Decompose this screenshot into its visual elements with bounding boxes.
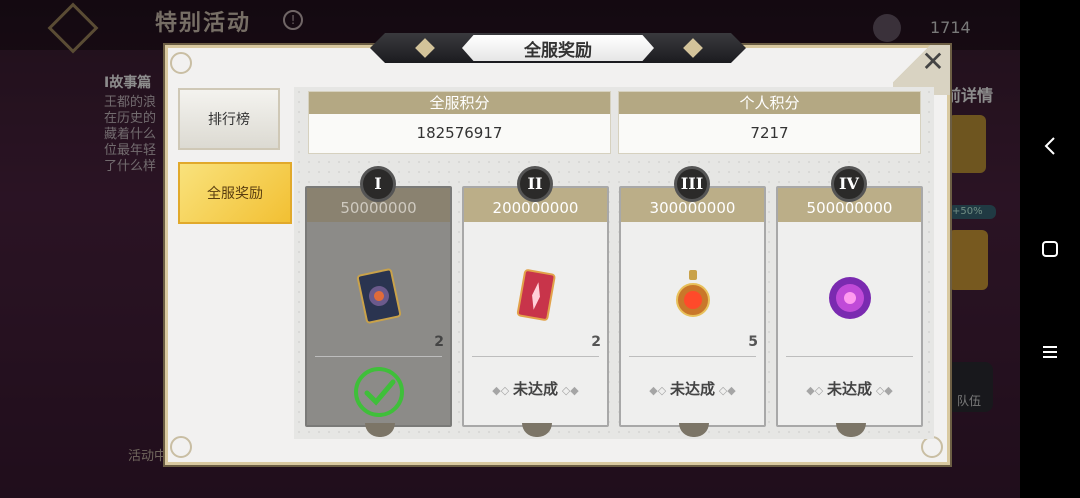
status-text: 未达成 (826, 380, 872, 398)
corner-ornament-icon (921, 436, 943, 458)
tier-badge: II (517, 166, 553, 202)
tab-leaderboard[interactable]: 排行榜 (178, 88, 280, 150)
divider (472, 356, 599, 357)
reward-quantity: 2 (591, 334, 601, 350)
status-text: 未达成 (669, 380, 715, 398)
tier-badge: I (360, 166, 396, 202)
tier-badge: III (674, 166, 710, 202)
system-navbar (1020, 0, 1080, 498)
personal-score-box: 个人积分 7217 (618, 91, 921, 154)
server-score-box: 全服积分 182576917 (308, 91, 611, 154)
divider (629, 356, 756, 357)
reward-quantity: 2 (434, 334, 444, 350)
reward-card-tier-2[interactable]: 200000000 II 2 ◆◇ 未达成 ◇◆ (462, 166, 609, 437)
corner-ornament-icon (170, 52, 192, 74)
status-label: ◆◇ 未达成 ◇◆ (649, 380, 736, 398)
modal-title: 全服奖励 (462, 35, 654, 61)
card-icon[interactable] (356, 266, 402, 326)
red-card-icon[interactable] (513, 266, 559, 326)
purple-orb-icon[interactable] (827, 266, 873, 326)
personal-score-value: 7217 (750, 124, 789, 142)
reward-card-tier-4[interactable]: 500000000 IV ◆◇ 未达成 ◇◆ (776, 166, 923, 437)
flame-charm-icon[interactable] (670, 266, 716, 326)
back-nav-icon[interactable] (1036, 132, 1064, 160)
status-text: 未达成 (512, 380, 558, 398)
home-nav-icon[interactable] (1036, 235, 1064, 263)
tier-badge: IV (831, 166, 867, 202)
status-label: ◆◇ 未达成 ◇◆ (806, 380, 893, 398)
status-label: ◆◇ 未达成 ◇◆ (492, 380, 579, 398)
personal-score-label: 个人积分 (619, 92, 920, 114)
check-icon (353, 367, 404, 417)
server-score-value: 182576917 (416, 124, 503, 142)
reward-quantity: 5 (748, 334, 758, 350)
divider (786, 356, 913, 357)
reward-card-tier-3[interactable]: 300000000 III 5 ◆◇ 未达成 ◇◆ (619, 166, 766, 437)
tab-server-rewards[interactable]: 全服奖励 (178, 162, 292, 224)
reward-card-tier-1[interactable]: 50000000 I 2 (305, 166, 452, 437)
menu-nav-icon[interactable] (1036, 338, 1064, 366)
close-icon[interactable]: ✕ (915, 47, 951, 77)
corner-ornament-icon (170, 436, 192, 458)
server-score-label: 全服积分 (309, 92, 610, 114)
divider (315, 356, 442, 357)
